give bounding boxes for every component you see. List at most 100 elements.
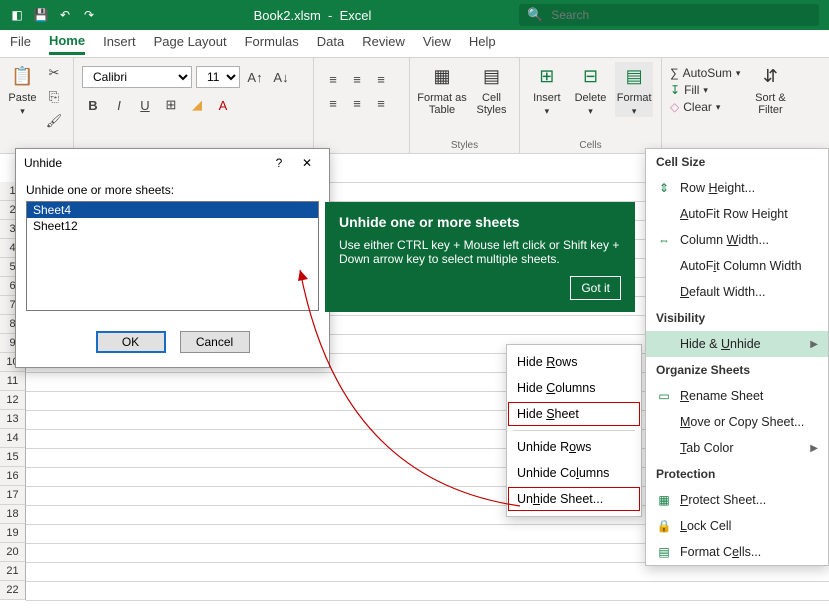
format-dropdown: Cell Size ⇕Row Height... AutoFit Row Hei… — [645, 148, 829, 566]
sort-filter-button[interactable]: ⇵ Sort & Filter — [746, 62, 794, 116]
move-copy-item[interactable]: Move or Copy Sheet... — [646, 409, 828, 435]
list-item[interactable]: Sheet12 — [27, 218, 318, 234]
tab-view[interactable]: View — [423, 34, 451, 53]
col-width-icon: ⇔ — [656, 232, 672, 248]
redo-icon[interactable]: ↷ — [80, 6, 98, 24]
ribbon: 📋 Paste ▾ ✂ ⎘ 🖌 Calibri 11 A↑ A↓ B I U — [0, 58, 829, 154]
fill-button[interactable]: ↧Fill▾ — [670, 83, 740, 97]
delete-icon: ⊟ — [577, 62, 605, 90]
row-header[interactable]: 22 — [0, 581, 26, 600]
decrease-font-icon[interactable]: A↓ — [270, 66, 292, 88]
underline-button[interactable]: U — [134, 94, 156, 116]
help-button[interactable]: ? — [265, 149, 293, 177]
delete-cells-button[interactable]: ⊟ Delete▾ — [572, 62, 610, 117]
close-button[interactable]: ✕ — [293, 149, 321, 177]
row-header[interactable]: 11 — [0, 372, 26, 391]
increase-font-icon[interactable]: A↑ — [244, 66, 266, 88]
unhide-rows-item[interactable]: Unhide Rows — [507, 434, 641, 460]
hide-rows-item[interactable]: Hide Rows — [507, 349, 641, 375]
tab-insert[interactable]: Insert — [103, 34, 136, 53]
clear-button[interactable]: ◇Clear▾ — [670, 100, 740, 114]
italic-button[interactable]: I — [108, 94, 130, 116]
tab-home[interactable]: Home — [49, 33, 85, 55]
row-header[interactable]: 15 — [0, 448, 26, 467]
fill-color-icon[interactable]: ◢ — [186, 94, 208, 116]
format-as-table-button[interactable]: ▦ Format as Table — [418, 62, 466, 116]
unhide-columns-item[interactable]: Unhide Columns — [507, 460, 641, 486]
hide-columns-item[interactable]: Hide Columns — [507, 375, 641, 401]
hide-unhide-item[interactable]: Hide & Unhide▶ — [646, 331, 828, 357]
sheet-listbox[interactable]: Sheet4 Sheet12 — [26, 201, 319, 311]
lock-icon: 🔒 — [656, 518, 672, 534]
autofit-col-item[interactable]: AutoFit Column Width — [646, 253, 828, 279]
format-painter-icon[interactable]: 🖌 — [43, 110, 65, 132]
list-item[interactable]: Sheet4 — [27, 202, 318, 218]
gotit-button[interactable]: Got it — [570, 276, 621, 300]
ribbon-tabs: File Home Insert Page Layout Formulas Da… — [0, 30, 829, 58]
copy-icon[interactable]: ⎘ — [43, 86, 65, 108]
cut-icon[interactable]: ✂ — [43, 62, 65, 84]
row-header[interactable]: 20 — [0, 543, 26, 562]
borders-icon[interactable]: ⊞ — [160, 94, 182, 116]
align-top-icon[interactable]: ≡ — [322, 68, 344, 90]
row-header[interactable]: 17 — [0, 486, 26, 505]
row-height-item[interactable]: ⇕Row Height... — [646, 175, 828, 201]
align-center-icon[interactable]: ≡ — [346, 92, 368, 114]
insert-cells-button[interactable]: ⊞ Insert▾ — [528, 62, 566, 117]
undo-icon[interactable]: ↶ — [56, 6, 74, 24]
tab-page-layout[interactable]: Page Layout — [154, 34, 227, 53]
row-header[interactable]: 19 — [0, 524, 26, 543]
save-icon[interactable]: 💾 — [32, 6, 50, 24]
callout-body: Use either CTRL key + Mouse left click o… — [339, 238, 621, 266]
ribbon-group-alignment: ≡ ≡ ≡ ≡ ≡ ≡ — [314, 58, 410, 153]
row-header[interactable]: 16 — [0, 467, 26, 486]
font-color-icon[interactable]: A — [212, 94, 234, 116]
format-cells-button[interactable]: ▤ Format▾ — [615, 62, 653, 117]
autosave-icon[interactable]: ◧ — [8, 6, 26, 24]
lock-cell-item[interactable]: 🔒Lock Cell — [646, 513, 828, 539]
search-box[interactable]: 🔍 — [519, 4, 819, 26]
tab-help[interactable]: Help — [469, 34, 496, 53]
ribbon-group-cells: ⊞ Insert▾ ⊟ Delete▾ ▤ Format▾ Cells — [520, 58, 662, 153]
autofit-row-item[interactable]: AutoFit Row Height — [646, 201, 828, 227]
bold-button[interactable]: B — [82, 94, 104, 116]
tab-data[interactable]: Data — [317, 34, 344, 53]
row-header[interactable]: 12 — [0, 391, 26, 410]
section-visibility: Visibility — [646, 305, 828, 331]
table-icon: ▦ — [428, 62, 456, 90]
format-icon: ▤ — [620, 62, 648, 90]
align-bottom-icon[interactable]: ≡ — [370, 68, 392, 90]
font-size-select[interactable]: 11 — [196, 66, 240, 88]
align-right-icon[interactable]: ≡ — [370, 92, 392, 114]
ribbon-group-clipboard: 📋 Paste ▾ ✂ ⎘ 🖌 — [0, 58, 74, 153]
tab-color-item[interactable]: Tab Color▶ — [646, 435, 828, 461]
unhide-sheet-item[interactable]: Unhide Sheet... — [507, 486, 641, 512]
sort-filter-icon: ⇵ — [756, 62, 784, 90]
cancel-button[interactable]: Cancel — [180, 331, 250, 353]
tab-formulas[interactable]: Formulas — [245, 34, 299, 53]
rename-sheet-item[interactable]: ▭Rename Sheet — [646, 383, 828, 409]
ok-button[interactable]: OK — [96, 331, 166, 353]
format-cells-item[interactable]: ▤Format Cells... — [646, 539, 828, 565]
ribbon-group-font: Calibri 11 A↑ A↓ B I U ⊞ ◢ A — [74, 58, 314, 153]
row-header[interactable]: 14 — [0, 429, 26, 448]
cell-styles-button[interactable]: ▤ Cell Styles — [472, 62, 511, 116]
column-width-item[interactable]: ⇔Column Width... — [646, 227, 828, 253]
default-width-item[interactable]: Default Width... — [646, 279, 828, 305]
align-middle-icon[interactable]: ≡ — [346, 68, 368, 90]
tab-file[interactable]: File — [10, 34, 31, 53]
row-header[interactable]: 18 — [0, 505, 26, 524]
dialog-label: Unhide one or more sheets: — [26, 183, 319, 197]
row-header[interactable]: 21 — [0, 562, 26, 581]
align-left-icon[interactable]: ≡ — [322, 92, 344, 114]
row-header[interactable]: 13 — [0, 410, 26, 429]
autosum-button[interactable]: ∑AutoSum▾ — [670, 66, 740, 80]
hide-sheet-item[interactable]: Hide Sheet — [507, 401, 641, 427]
protect-sheet-item[interactable]: ▦Protect Sheet... — [646, 487, 828, 513]
search-input[interactable] — [549, 7, 811, 23]
chevron-right-icon: ▶ — [810, 339, 818, 350]
font-name-select[interactable]: Calibri — [82, 66, 192, 88]
tab-review[interactable]: Review — [362, 34, 405, 53]
paste-button[interactable]: 📋 Paste ▾ — [8, 62, 37, 117]
clipboard-icon: 📋 — [9, 62, 37, 90]
